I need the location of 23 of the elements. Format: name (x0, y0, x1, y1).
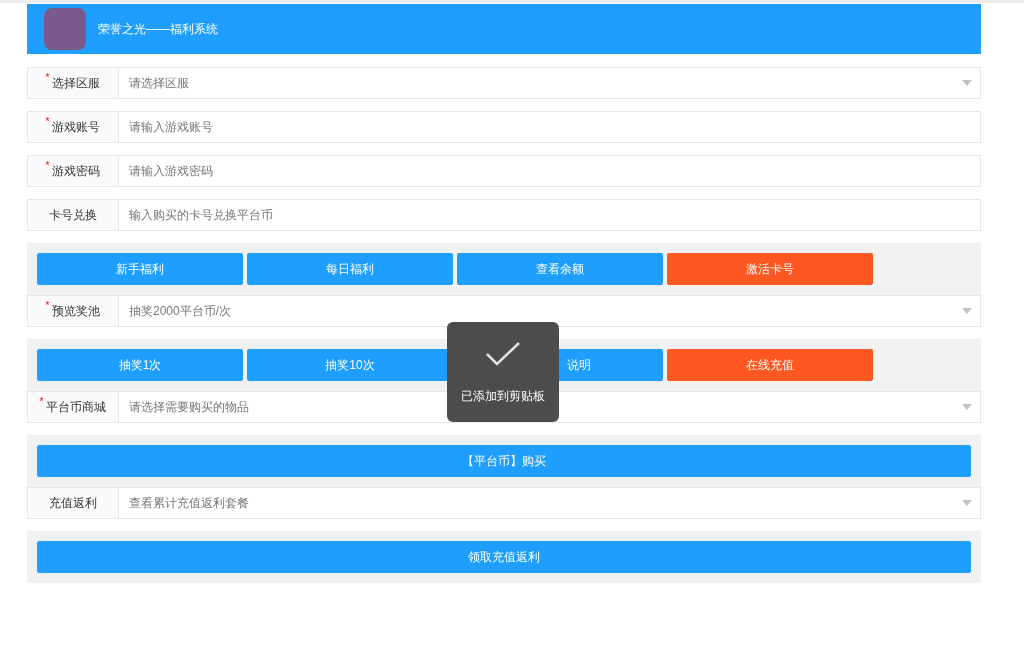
action-button[interactable]: 新手福利 (37, 253, 243, 285)
action-button[interactable]: 查看余额 (457, 253, 663, 285)
avatar-placeholder (44, 8, 86, 50)
label-text: 游戏账号 (52, 119, 101, 136)
select-text: 请选择需要购买的物品 (129, 399, 249, 416)
label-text: 卡号兑换 (49, 207, 97, 224)
action-button[interactable]: 【平台币】购买 (37, 445, 971, 477)
label-text: 平台币商城 (46, 399, 107, 416)
label-text: 游戏密码 (52, 163, 101, 180)
required-asterisk: * (39, 396, 44, 408)
labeled-input-field[interactable]: * 游戏账号 请输入游戏账号 (27, 111, 981, 143)
header-title: 荣誉之光——福利系统 (98, 21, 218, 38)
labeled-input-field[interactable]: * 游戏密码 请输入游戏密码 (27, 155, 981, 187)
action-button[interactable]: 每日福利 (247, 253, 453, 285)
action-button[interactable]: 抽奖1次 (37, 349, 243, 381)
required-asterisk: * (45, 116, 50, 128)
labeled-input-field[interactable]: 卡号兑换 输入购买的卡号兑换平台币 (27, 199, 981, 231)
required-asterisk: * (45, 160, 50, 172)
action-button[interactable]: 领取充值返利 (37, 541, 971, 573)
action-button[interactable]: 在线充值 (667, 349, 873, 381)
action-button[interactable]: 激活卡号 (667, 253, 873, 285)
toast-text: 已添加到剪贴板 (461, 388, 545, 405)
check-icon (486, 342, 520, 366)
